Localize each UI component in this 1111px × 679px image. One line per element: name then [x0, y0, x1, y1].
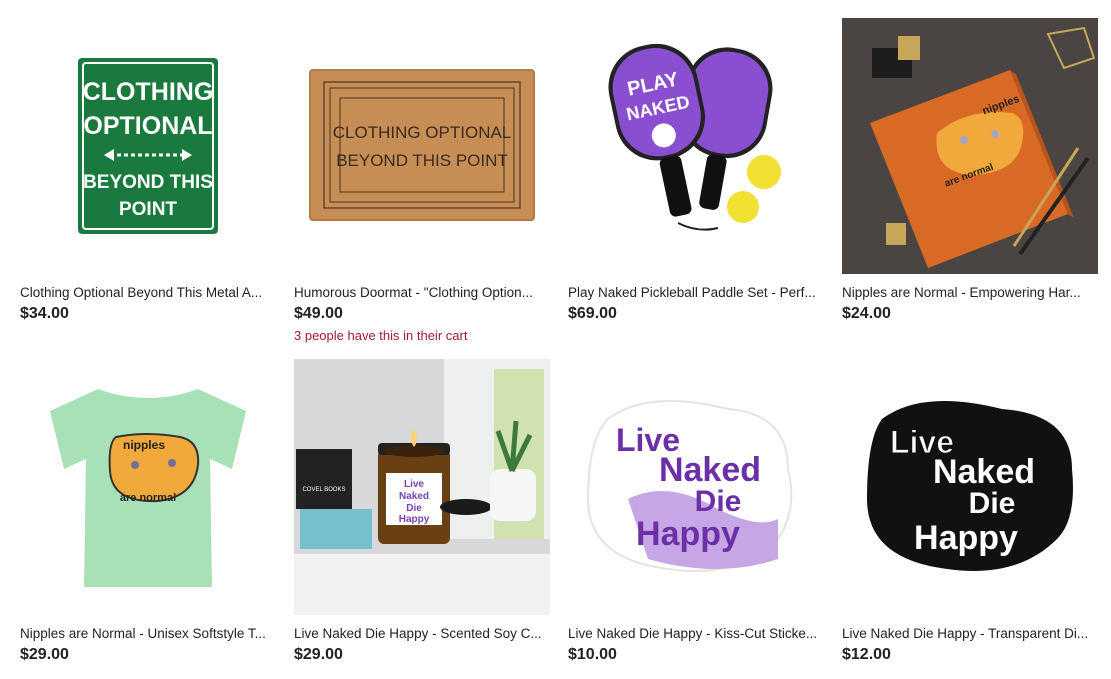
- product-title[interactable]: Live Naked Die Happy - Scented Soy C...: [294, 626, 550, 642]
- product-image[interactable]: COVEL BOOKS Live Naked Die Happy: [294, 359, 550, 615]
- product-title[interactable]: Live Naked Die Happy - Transparent Di...: [842, 626, 1098, 642]
- cart-demand-notice: 3 people have this in their cart: [294, 328, 468, 343]
- sticker-text-line: Happy: [914, 519, 1018, 557]
- sticker-text-line: Naked: [659, 451, 761, 489]
- product-card[interactable]: CLOTHING OPTIONAL BEYOND THIS POINT Humo…: [294, 18, 550, 344]
- product-price: $29.00: [294, 646, 343, 663]
- product-image[interactable]: Live Naked Die Happy: [568, 359, 824, 615]
- product-card[interactable]: nipples are normal Nipples are Normal - …: [20, 359, 276, 664]
- product-title[interactable]: Nipples are Normal - Unisex Softstyle T.…: [20, 626, 276, 642]
- sticker-text-line: Happy: [636, 515, 740, 553]
- sign-text-line: OPTIONAL: [83, 112, 212, 140]
- product-price: $12.00: [842, 646, 891, 663]
- product-price: $10.00: [568, 646, 617, 663]
- product-image[interactable]: nipples are normal: [20, 359, 276, 615]
- product-card[interactable]: COVEL BOOKS Live Naked Die Happy Live Na…: [294, 359, 550, 664]
- product-price: $69.00: [568, 305, 617, 322]
- product-card[interactable]: CLOTHING OPTIONAL BEYOND THIS POINT Clot…: [20, 18, 276, 323]
- product-title[interactable]: Clothing Optional Beyond This Metal A...: [20, 285, 276, 301]
- candle-label-text: Naked: [399, 491, 429, 502]
- product-price: $34.00: [20, 305, 69, 322]
- product-price: $24.00: [842, 305, 891, 322]
- doormat-text-line: CLOTHING OPTIONAL: [333, 123, 512, 142]
- sticker-text-line: Die: [695, 485, 742, 518]
- sign-text-line: POINT: [119, 199, 177, 220]
- product-image[interactable]: CLOTHING OPTIONAL BEYOND THIS POINT: [20, 18, 276, 274]
- product-title[interactable]: Humorous Doormat - "Clothing Option...: [294, 285, 550, 301]
- shirt-text-line: are normal: [120, 492, 176, 504]
- book-spine-text: COVEL BOOKS: [302, 487, 345, 493]
- product-image[interactable]: Live Naked Die Happy: [842, 359, 1098, 615]
- shirt-text-line: nipples: [123, 438, 165, 452]
- product-image[interactable]: nipples are normal: [842, 18, 1098, 274]
- candle-label-text: Live: [404, 479, 424, 490]
- candle-label-text: Die: [406, 503, 422, 514]
- product-price: $29.00: [20, 646, 69, 663]
- product-card[interactable]: PLAY NAKED Play Naked Pickleball Paddle …: [568, 18, 824, 323]
- product-price: $49.00: [294, 305, 343, 322]
- candle-label-text: Happy: [399, 514, 430, 525]
- product-title[interactable]: Live Naked Die Happy - Kiss-Cut Sticke..…: [568, 626, 824, 642]
- doormat-text-line: BEYOND THIS POINT: [336, 151, 508, 170]
- product-title[interactable]: Nipples are Normal - Empowering Har...: [842, 285, 1098, 301]
- sticker-text-line: Naked: [933, 453, 1035, 491]
- product-image[interactable]: CLOTHING OPTIONAL BEYOND THIS POINT: [294, 18, 550, 274]
- product-title[interactable]: Play Naked Pickleball Paddle Set - Perf.…: [568, 285, 824, 301]
- product-card[interactable]: Live Naked Die Happy Live Naked Die Happ…: [568, 359, 824, 664]
- product-card[interactable]: nipples are normal Nipples are Normal - …: [842, 18, 1098, 323]
- product-card[interactable]: Live Naked Die Happy Live Naked Die Happ…: [842, 359, 1098, 664]
- sticker-text-line: Die: [969, 487, 1016, 520]
- product-image[interactable]: PLAY NAKED: [568, 18, 824, 274]
- sign-text-line: BEYOND THIS: [83, 172, 213, 193]
- sign-text-line: CLOTHING: [83, 78, 214, 106]
